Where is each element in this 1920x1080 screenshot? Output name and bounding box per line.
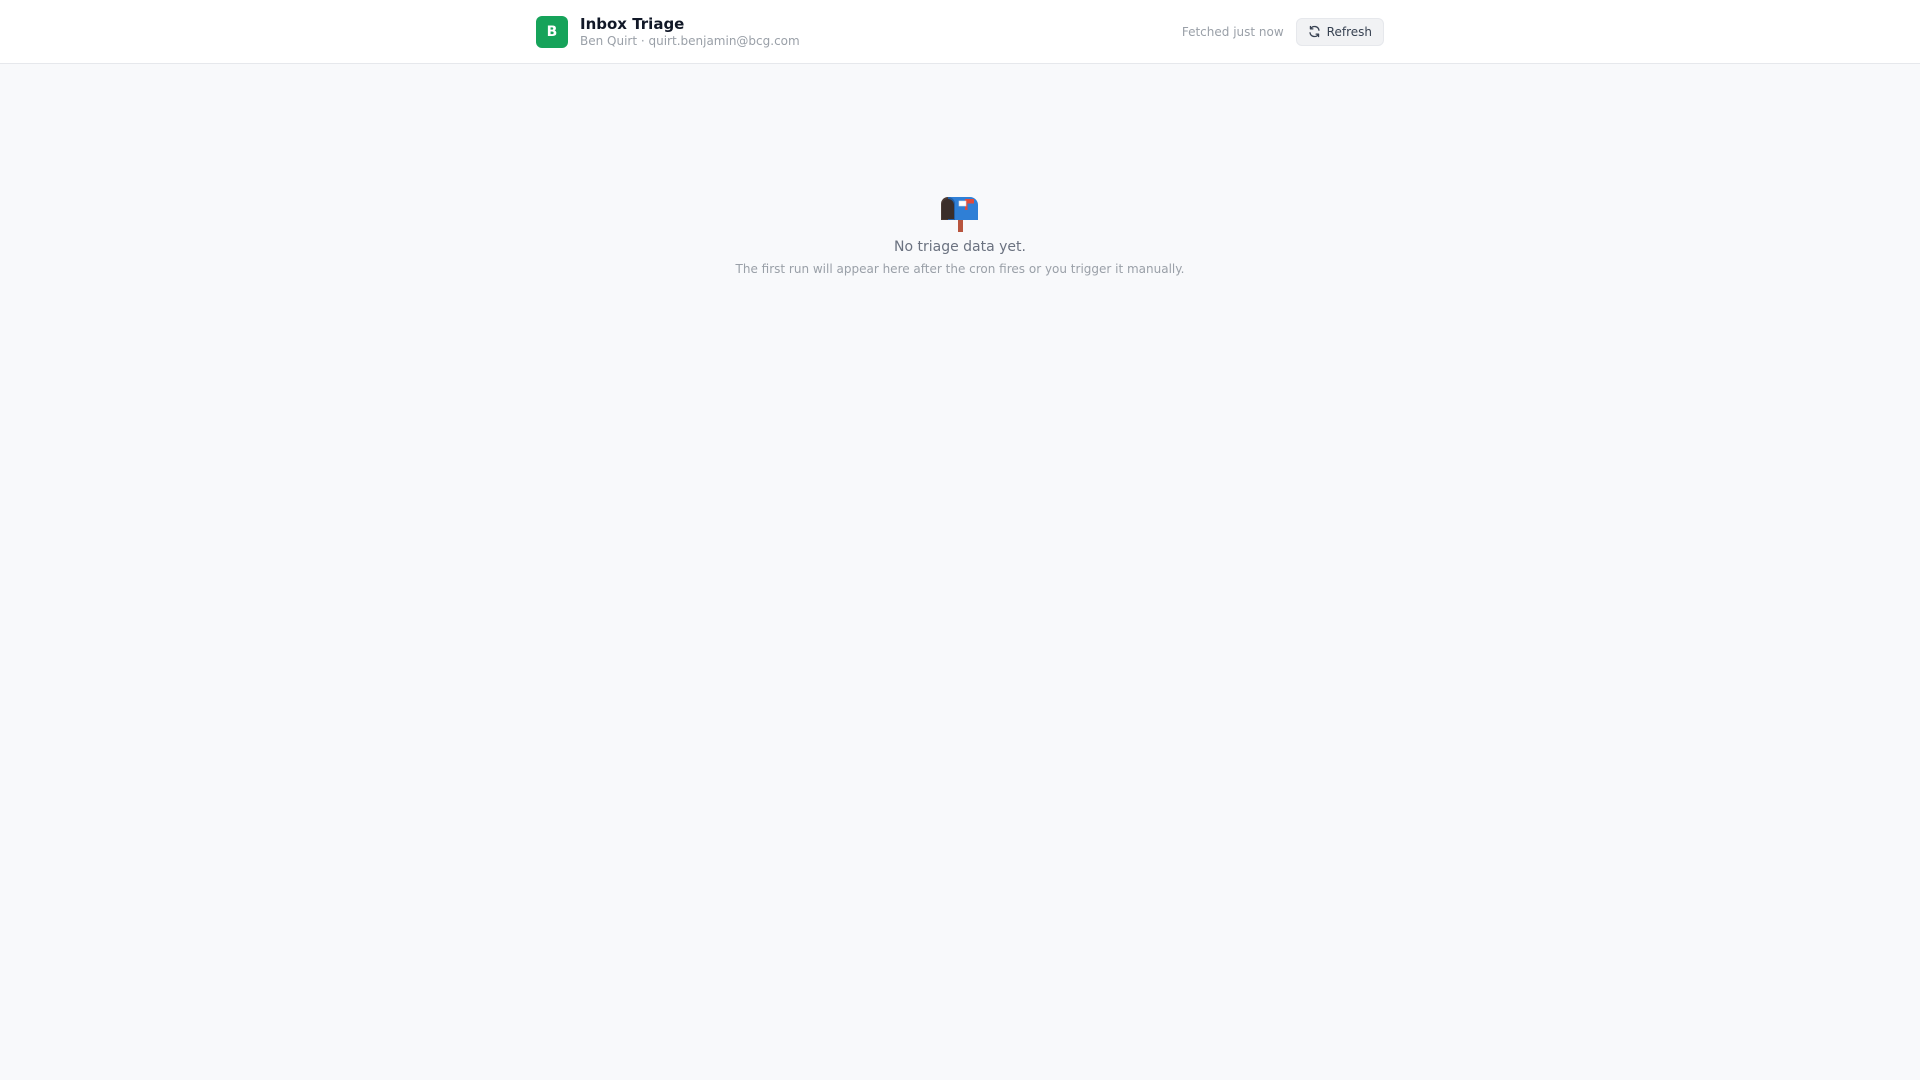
brand-text: Inbox Triage Ben Quirt · quirt.benjamin@… <box>580 15 800 49</box>
empty-state: No triage data yet. The first run will a… <box>0 190 1920 277</box>
app-title: Inbox Triage <box>580 14 685 33</box>
header-actions: Fetched just now Refresh <box>1181 17 1384 46</box>
brand: B Inbox Triage Ben Quirt · quirt.benjami… <box>536 15 800 49</box>
refresh-icon <box>1308 25 1321 38</box>
app-header: B Inbox Triage Ben Quirt · quirt.benjami… <box>0 0 1920 64</box>
avatar: B <box>536 15 568 48</box>
mailbox-icon <box>938 190 982 234</box>
user-identity: Ben Quirt · quirt.benjamin@bcg.com <box>580 33 800 48</box>
refresh-button[interactable]: Refresh <box>1295 17 1384 46</box>
empty-state-subtitle: The first run will appear here after the… <box>735 262 1185 276</box>
fetched-status: Fetched just now <box>1181 24 1284 39</box>
refresh-label: Refresh <box>1326 24 1372 39</box>
empty-state-title: No triage data yet. <box>894 239 1026 255</box>
header-content: B Inbox Triage Ben Quirt · quirt.benjami… <box>536 0 1384 63</box>
